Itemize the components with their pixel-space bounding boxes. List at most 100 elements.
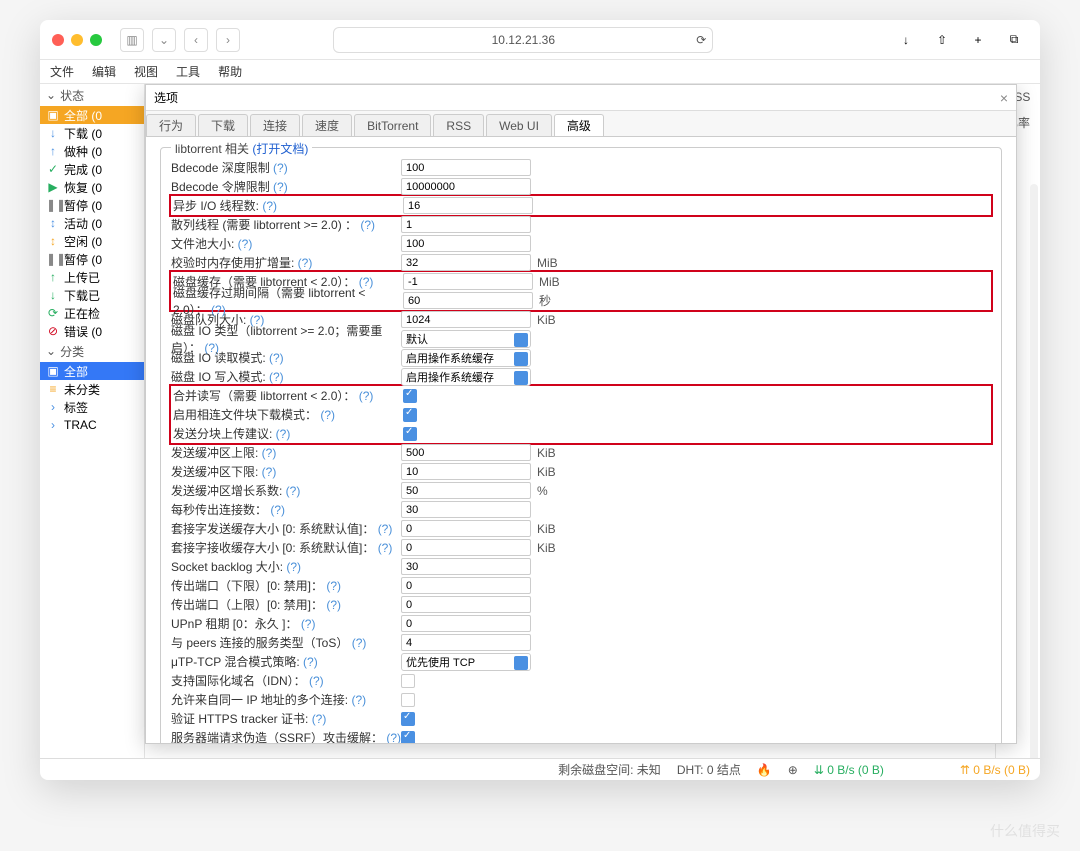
sidebar-item[interactable]: ▣全部 (0	[40, 106, 144, 124]
sidebar-item[interactable]: ↕空闲 (0	[40, 232, 144, 250]
input-field[interactable]	[401, 254, 531, 271]
close-window[interactable]	[52, 34, 64, 46]
help-icon[interactable]: (?)	[351, 693, 366, 707]
maximize-window[interactable]	[90, 34, 102, 46]
help-icon[interactable]: (?)	[286, 560, 301, 574]
help-icon[interactable]: (?)	[352, 636, 367, 650]
address-bar[interactable]: 10.12.21.36⟳	[333, 27, 713, 53]
checkbox[interactable]	[401, 674, 415, 688]
sidebar-item[interactable]: ▶恢复 (0	[40, 178, 144, 196]
menu-view[interactable]: 视图	[134, 63, 158, 80]
sidebar-item[interactable]: ↑做种 (0	[40, 142, 144, 160]
help-icon[interactable]: (?)	[312, 712, 327, 726]
help-icon[interactable]: (?)	[326, 598, 341, 612]
help-icon[interactable]: (?)	[303, 655, 318, 669]
tabs-icon[interactable]: ⧉	[1000, 29, 1028, 51]
select-field[interactable]: 默认	[401, 330, 531, 348]
select-field[interactable]: 启用操作系统缓存	[401, 368, 531, 386]
dropdown-icon[interactable]: ⌄	[152, 28, 176, 52]
input-field[interactable]	[401, 216, 531, 233]
help-icon[interactable]: (?)	[269, 370, 284, 384]
checkbox[interactable]	[401, 731, 415, 744]
help-icon[interactable]: (?)	[386, 731, 401, 743]
checkbox[interactable]	[401, 693, 415, 707]
minimize-window[interactable]	[71, 34, 83, 46]
help-icon[interactable]: (?)	[378, 522, 393, 536]
sidebar-item[interactable]: ›TRAC	[40, 416, 144, 434]
checkbox[interactable]	[403, 389, 417, 403]
sidebar-item[interactable]: ❚❚暂停 (0	[40, 196, 144, 214]
help-icon[interactable]: (?)	[262, 199, 277, 213]
menu-edit[interactable]: 编辑	[92, 63, 116, 80]
reload-icon[interactable]: ⟳	[696, 33, 706, 47]
menu-file[interactable]: 文件	[50, 63, 74, 80]
tab-BitTorrent[interactable]: BitTorrent	[354, 114, 431, 136]
input-field[interactable]	[403, 292, 533, 309]
tab-连接[interactable]: 连接	[250, 114, 300, 136]
globe-icon[interactable]: ⊕	[788, 763, 798, 777]
help-icon[interactable]: (?)	[262, 446, 277, 460]
sidebar-item[interactable]: ≡未分类	[40, 380, 144, 398]
tab-下载[interactable]: 下载	[198, 114, 248, 136]
tab-速度[interactable]: 速度	[302, 114, 352, 136]
tab-行为[interactable]: 行为	[146, 114, 196, 136]
input-field[interactable]	[401, 463, 531, 480]
select-field[interactable]: 启用操作系统缓存	[401, 349, 531, 367]
sidebar-item[interactable]: ❚❚暂停 (0	[40, 250, 144, 268]
sidebar-status-header[interactable]: ⌄状态	[40, 84, 144, 106]
menu-help[interactable]: 帮助	[218, 63, 242, 80]
checkbox[interactable]	[403, 408, 417, 422]
input-field[interactable]	[401, 482, 531, 499]
firewall-icon[interactable]: 🔥	[757, 763, 772, 777]
sidebar-item[interactable]: ↕活动 (0	[40, 214, 144, 232]
sidebar-item[interactable]: ✓完成 (0	[40, 160, 144, 178]
sidebar-item[interactable]: ⊘错误 (0	[40, 322, 144, 340]
help-icon[interactable]: (?)	[320, 408, 335, 422]
help-icon[interactable]: (?)	[298, 256, 313, 270]
input-field[interactable]	[401, 634, 531, 651]
tab-RSS[interactable]: RSS	[433, 114, 484, 136]
sidebar-item[interactable]: ↑上传已	[40, 268, 144, 286]
sidebar-toggle-icon[interactable]: ▥	[120, 28, 144, 52]
input-field[interactable]	[401, 615, 531, 632]
help-icon[interactable]: (?)	[273, 180, 288, 194]
help-icon[interactable]: (?)	[269, 351, 284, 365]
back-button[interactable]: ‹	[184, 28, 208, 52]
input-field[interactable]	[403, 273, 533, 290]
help-icon[interactable]: (?)	[301, 617, 316, 631]
help-icon[interactable]: (?)	[276, 427, 291, 441]
help-icon[interactable]: (?)	[270, 503, 285, 517]
input-field[interactable]	[401, 577, 531, 594]
input-field[interactable]	[401, 520, 531, 537]
input-field[interactable]	[401, 159, 531, 176]
help-icon[interactable]: (?)	[262, 465, 277, 479]
help-icon[interactable]: (?)	[238, 237, 253, 251]
forward-button[interactable]: ›	[216, 28, 240, 52]
scrollbar[interactable]	[1030, 184, 1038, 758]
share-icon[interactable]: ⇧	[928, 29, 956, 51]
menu-tools[interactable]: 工具	[176, 63, 200, 80]
input-field[interactable]	[403, 197, 533, 214]
checkbox[interactable]	[401, 712, 415, 726]
help-icon[interactable]: (?)	[286, 484, 301, 498]
input-field[interactable]	[401, 596, 531, 613]
sidebar-item[interactable]: ›标签	[40, 398, 144, 416]
input-field[interactable]	[401, 178, 531, 195]
sidebar-item[interactable]: ⟳正在检	[40, 304, 144, 322]
help-icon[interactable]: (?)	[309, 674, 324, 688]
input-field[interactable]	[401, 558, 531, 575]
help-icon[interactable]: (?)	[273, 161, 288, 175]
new-tab-icon[interactable]: +	[964, 29, 992, 51]
sidebar-item[interactable]: ↓下载已	[40, 286, 144, 304]
checkbox[interactable]	[403, 427, 417, 441]
input-field[interactable]	[401, 501, 531, 518]
select-field[interactable]: 优先使用 TCP	[401, 653, 531, 671]
input-field[interactable]	[401, 444, 531, 461]
tab-Web UI[interactable]: Web UI	[486, 114, 552, 136]
sidebar-category-header[interactable]: ⌄分类	[40, 340, 144, 362]
input-field[interactable]	[401, 539, 531, 556]
open-docs-link[interactable]: (打开文档)	[252, 142, 308, 156]
sidebar-item[interactable]: ▣全部	[40, 362, 144, 380]
close-icon[interactable]: ×	[1000, 90, 1008, 106]
input-field[interactable]	[401, 311, 531, 328]
